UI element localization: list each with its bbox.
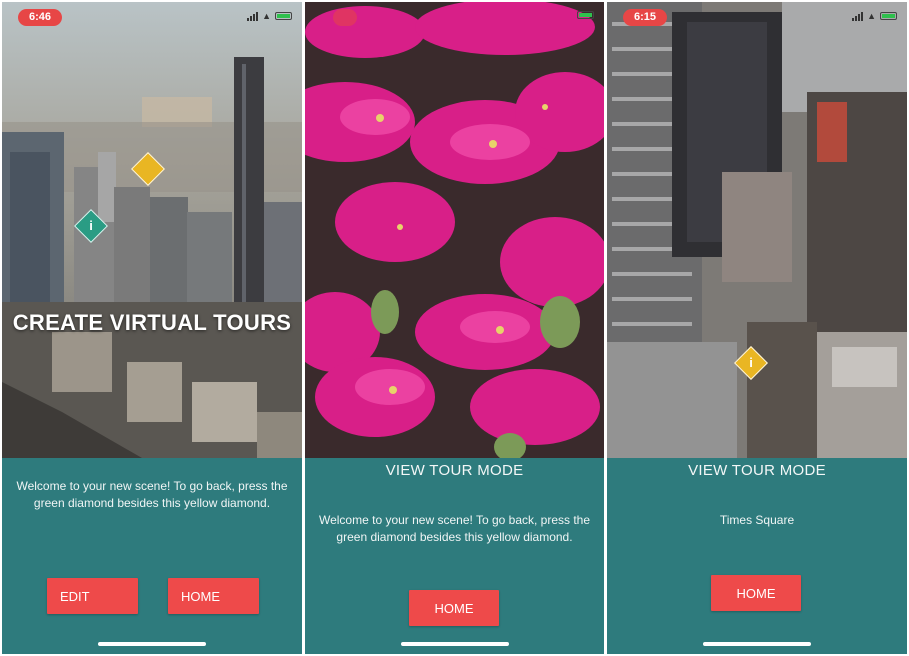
home-indicator <box>703 642 811 646</box>
place-name: Times Square <box>719 513 795 527</box>
aerial-city-photo <box>607 2 907 458</box>
aerial-city-image <box>607 2 907 458</box>
info-icon: i <box>749 355 753 370</box>
view-tour-mode-title: VIEW TOUR MODE <box>688 462 826 479</box>
home-indicator <box>400 642 509 646</box>
cellular-signal-icon <box>852 11 864 21</box>
battery-icon <box>880 12 897 20</box>
pink-flowers-image <box>305 2 604 458</box>
home-button[interactable]: HOME <box>409 590 499 626</box>
bottom-panel: VIEW TOUR MODE Times Square HOME <box>607 458 907 654</box>
status-bar <box>305 2 604 28</box>
flowers-photo <box>305 2 604 458</box>
city-skyline-photo <box>2 2 302 458</box>
status-bar: 6:15 ▲ <box>607 2 907 28</box>
cellular-signal-icon <box>247 11 259 21</box>
wifi-icon: ▲ <box>262 11 271 21</box>
home-button[interactable]: HOME <box>711 575 801 611</box>
info-icon: i <box>89 218 93 233</box>
city-skyline-image <box>2 2 302 458</box>
welcome-message: Welcome to your new scene! To go back, p… <box>318 513 591 544</box>
phone-screen-view-tour-times-square: 6:15 ▲ i VIEW TOUR MODE Times Square HOM… <box>607 2 907 654</box>
phone-screen-create-tours: 6:46 ▲ i CREATE VIRTUAL TOURS Welcome to… <box>2 2 302 654</box>
hero-title: CREATE VIRTUAL TOURS <box>12 310 292 335</box>
status-time: 6:15 <box>623 9 667 26</box>
home-indicator <box>98 642 206 646</box>
bottom-panel: VIEW TOUR MODE Welcome to your new scene… <box>305 458 604 654</box>
bottom-panel: Welcome to your new scene! To go back, p… <box>2 458 302 654</box>
status-bar: 6:46 ▲ <box>2 2 302 28</box>
home-button[interactable]: HOME <box>168 578 259 614</box>
phone-screen-view-tour-flowers: VIEW TOUR MODE Welcome to your new scene… <box>305 2 604 654</box>
status-time: 6:46 <box>18 9 62 26</box>
view-tour-mode-title: VIEW TOUR MODE <box>385 462 524 479</box>
edit-button[interactable]: EDIT <box>47 578 138 614</box>
battery-icon <box>577 11 594 19</box>
wifi-icon: ▲ <box>867 11 876 21</box>
welcome-message: Welcome to your new scene! To go back, p… <box>16 479 288 510</box>
battery-icon <box>275 12 292 20</box>
recording-indicator-icon <box>333 9 357 26</box>
marker-icon <box>137 158 159 180</box>
